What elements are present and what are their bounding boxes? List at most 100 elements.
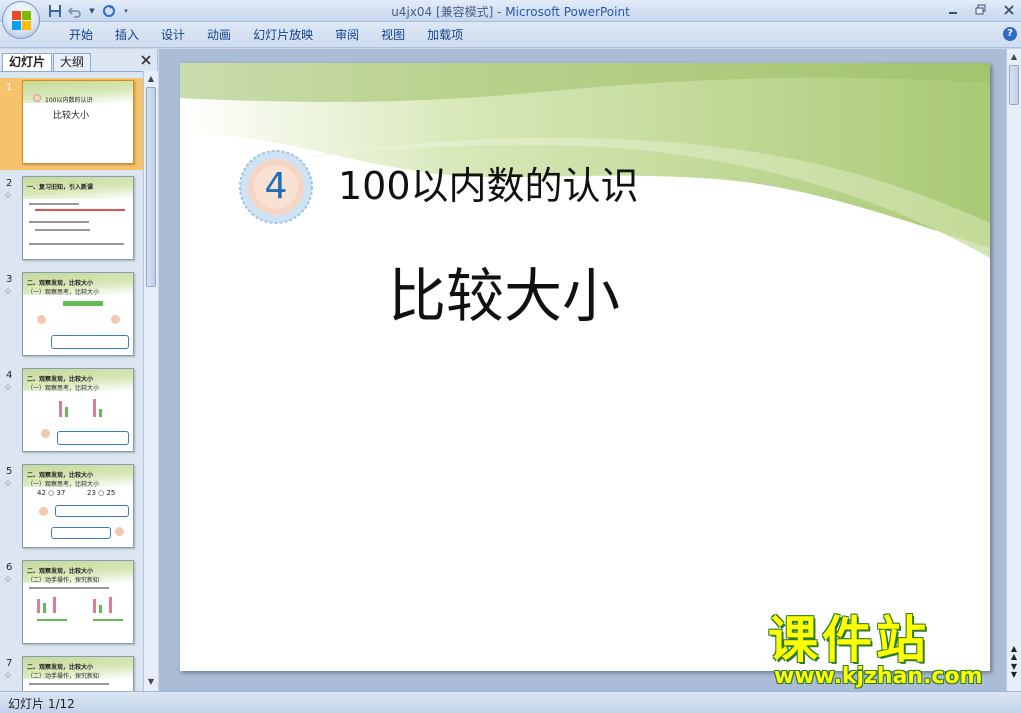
close-panel-icon[interactable]	[140, 54, 152, 69]
thumbnail-speech-bubble	[55, 505, 129, 517]
thumbnail-title: 二、观察发现，比较大小	[27, 376, 94, 383]
status-bar: 幻灯片 1/12	[0, 691, 1021, 713]
document-name: u4jx04 [兼容模式]	[391, 5, 494, 19]
tab-home[interactable]: 开始	[58, 27, 104, 43]
tab-slides[interactable]: 幻灯片	[2, 53, 53, 71]
current-slide[interactable]: 4 100以内数的认识 比较大小	[180, 63, 990, 671]
thumbnail-title: 二、观察发现，比较大小	[27, 472, 94, 479]
slide-number: 1	[6, 82, 13, 93]
slide-thumbnail-row[interactable]: 5 ☆ 二、观察发现，比较大小 （一）观察思考，比较大小 42 ○ 37 23 …	[0, 462, 143, 554]
slide-subtitle[interactable]: 比较大小	[388, 249, 620, 333]
thumbnail-abacus-bar	[99, 605, 102, 613]
thumbnail-title: 二、观察发现，比较大小	[27, 664, 94, 671]
thumbnail-abacus-bar	[37, 599, 40, 613]
close-icon[interactable]	[1001, 2, 1017, 18]
slide-thumbnail[interactable]: 100以内数的认识 比较大小	[22, 80, 134, 164]
panel-scroll-thumb[interactable]	[146, 87, 156, 287]
animation-star-icon: ☆	[4, 479, 13, 489]
thumbnail-text-line	[29, 243, 124, 245]
thumbnail-boy-face	[115, 527, 124, 536]
slides-panel: 幻灯片 大纲 1 100以内数的认识 比较大小 2 ☆ 一、复习旧知，引入新课	[0, 49, 158, 691]
animation-star-icon: ☆	[4, 287, 13, 297]
thumbnail-text-line	[29, 683, 109, 685]
slide-thumbnail-row[interactable]: 1 100以内数的认识 比较大小	[0, 78, 143, 170]
slide-scroll-thumb[interactable]	[1009, 65, 1019, 105]
tab-slideshow[interactable]: 幻灯片放映	[242, 27, 324, 43]
thumbnail-abacus-bar	[109, 597, 112, 613]
thumbnail-girl-face	[39, 507, 48, 516]
thumbnail-abacus-bar	[43, 603, 46, 613]
thumbnail-abacus-bar	[93, 599, 96, 613]
slide-title[interactable]: 100以内数的认识	[338, 155, 639, 210]
slide-thumbnail[interactable]: 二、观察发现，比较大小 （二）动手操作，探究新知	[22, 656, 134, 691]
tab-addins[interactable]: 加载项	[416, 27, 474, 43]
thumbnail-speech-bubble	[51, 335, 129, 349]
thumbnail-text-line	[93, 619, 123, 621]
slide-scrollbar[interactable]: ▲ ▲ ▲ ▼ ▼	[1006, 49, 1021, 691]
slide-thumbnail[interactable]: 二、观察发现，比较大小 （一）观察思考，比较大小 42 ○ 37 23 ○ 25	[22, 464, 134, 548]
tab-design[interactable]: 设计	[150, 27, 196, 43]
window-title: u4jx04 [兼容模式] - Microsoft PowerPoint	[0, 3, 1021, 20]
panel-scrollbar[interactable]: ▲ ▼	[143, 71, 158, 691]
thumbnail-abacus-bar	[99, 409, 102, 417]
tab-view[interactable]: 视图	[370, 27, 416, 43]
scroll-up-icon[interactable]: ▲	[1009, 52, 1019, 62]
thumbnail-text-line	[29, 221, 89, 223]
previous-slide-icon[interactable]: ▲ ▲	[1009, 645, 1019, 661]
thumbnail-speech-bubble	[51, 527, 111, 539]
watermark-chinese: 课件站	[768, 611, 930, 669]
slide-number: 2	[6, 178, 13, 189]
thumbnail-text-line	[35, 209, 125, 211]
thumbnail-subtitle: 比较大小	[53, 111, 90, 121]
thumbnail-boy-face	[37, 315, 46, 324]
thumbnail-text-line	[29, 587, 109, 589]
thumbnail-subtitle: （二）动手操作，探究新知	[27, 673, 100, 680]
scroll-down-icon[interactable]: ▼	[146, 677, 156, 687]
slide-thumbnail-row[interactable]: 4 ☆ 二、观察发现，比较大小 （一）观察思考，比较大小	[0, 366, 143, 458]
animation-star-icon: ☆	[4, 383, 13, 393]
thumbnail-title: 一、复习旧知，引入新课	[27, 184, 94, 191]
tab-insert[interactable]: 插入	[104, 27, 150, 43]
thumbnail-abacus-bar	[53, 597, 56, 613]
title-bar: ▼ ▾ u4jx04 [兼容模式] - Microsoft PowerPoint	[0, 0, 1021, 22]
slide-thumbnail-row[interactable]: 7 ☆ 二、观察发现，比较大小 （二）动手操作，探究新知	[0, 654, 143, 691]
animation-star-icon: ☆	[4, 575, 13, 585]
thumbnail-abacus-bar	[59, 401, 62, 417]
slide-thumbnail[interactable]: 一、复习旧知，引入新课	[22, 176, 134, 260]
slide-thumbnail-row[interactable]: 3 ☆ 二、观察发现，比较大小 （一）观察思考，比较大小	[0, 270, 143, 362]
thumbnail-subtitle: （一）观察思考，比较大小	[27, 481, 100, 488]
tab-review[interactable]: 审阅	[324, 27, 370, 43]
slide-thumbnail-list: 1 100以内数的认识 比较大小 2 ☆ 一、复习旧知，引入新课 3 ☆ 二、观…	[0, 71, 143, 691]
app-name: Microsoft PowerPoint	[505, 5, 630, 19]
thumbnail-title: 二、观察发现，比较大小	[27, 568, 94, 575]
tab-animations[interactable]: 动画	[196, 27, 242, 43]
minimize-icon[interactable]	[945, 2, 961, 18]
thumbnail-badge	[33, 94, 41, 102]
thumbnail-subtitle: （一）观察思考，比较大小	[27, 289, 100, 296]
thumbnail-expression: 23 ○ 25	[87, 489, 116, 497]
panel-tabs: 幻灯片 大纲	[0, 51, 158, 71]
lesson-number: 4	[264, 166, 288, 207]
slide-thumbnail[interactable]: 二、观察发现，比较大小 （一）观察思考，比较大小	[22, 368, 134, 452]
window-controls	[945, 2, 1017, 18]
slide-number: 3	[6, 274, 13, 285]
slide-number: 6	[6, 562, 13, 573]
slide-number: 7	[6, 658, 13, 669]
thumbnail-speech-bubble	[57, 431, 129, 445]
thumbnail-girl-face	[41, 429, 50, 438]
slide-thumbnail[interactable]: 二、观察发现，比较大小 （一）观察思考，比较大小	[22, 272, 134, 356]
slide-thumbnail-row[interactable]: 6 ☆ 二、观察发现，比较大小 （二）动手操作，探究新知	[0, 558, 143, 650]
slide-thumbnail-row[interactable]: 2 ☆ 一、复习旧知，引入新课	[0, 174, 143, 266]
office-button[interactable]	[2, 1, 40, 39]
animation-star-icon: ☆	[4, 671, 13, 681]
slide-number: 4	[6, 370, 13, 381]
slide-thumbnail[interactable]: 二、观察发现，比较大小 （二）动手操作，探究新知	[22, 560, 134, 644]
thumbnail-text-line	[29, 203, 79, 205]
restore-icon[interactable]	[973, 2, 989, 18]
thumbnail-girl-face	[111, 315, 120, 324]
next-slide-icon[interactable]: ▼ ▼	[1009, 663, 1019, 679]
tab-outline[interactable]: 大纲	[53, 53, 92, 71]
thumbnail-title: 100以内数的认识	[45, 97, 93, 104]
scroll-up-icon[interactable]: ▲	[146, 74, 156, 84]
help-icon[interactable]: ?	[1003, 27, 1017, 41]
